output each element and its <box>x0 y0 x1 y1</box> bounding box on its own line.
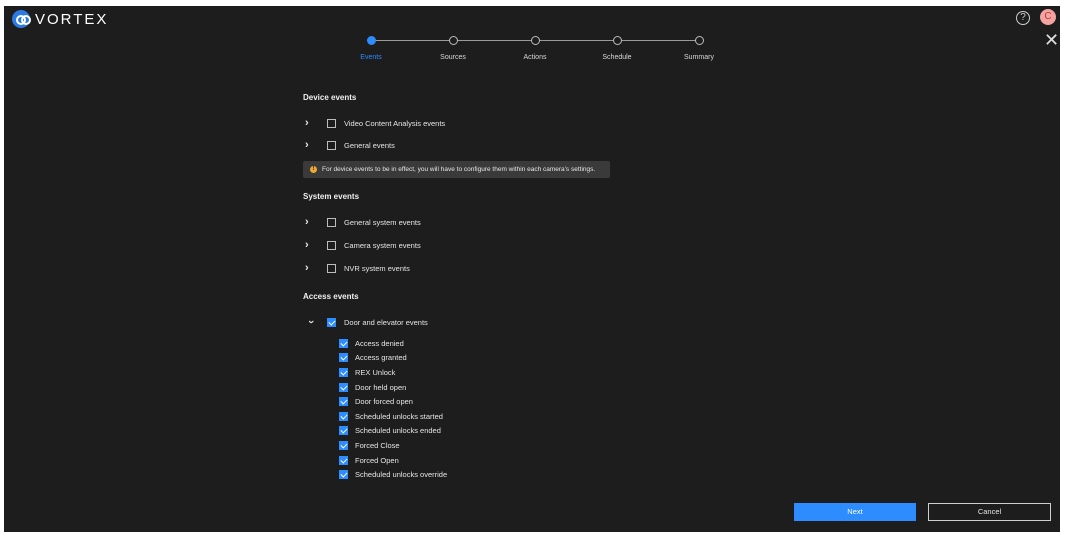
checkbox-checked[interactable] <box>339 411 348 421</box>
vortex-logo-icon <box>12 10 31 28</box>
device-events-title: Device events <box>303 93 357 102</box>
event-label: Camera system events <box>344 240 421 250</box>
sub-event-label: REX Unlock <box>355 367 396 377</box>
checkbox-checked[interactable] <box>339 353 348 363</box>
step-dot-events[interactable] <box>367 36 376 45</box>
step-label-sources[interactable]: Sources <box>413 54 493 61</box>
step-label-events[interactable]: Events <box>331 54 411 61</box>
checkbox-checked[interactable] <box>339 397 348 407</box>
next-button[interactable]: Next <box>794 503 916 521</box>
checkbox-checked[interactable] <box>339 470 348 480</box>
wizard-stepper: Events Sources Actions Schedule Summary <box>4 34 1060 74</box>
chevron-right-icon[interactable]: › <box>305 138 317 152</box>
list-item[interactable]: Scheduled unlocks override <box>339 467 447 482</box>
checkbox-checked[interactable] <box>339 382 348 392</box>
step-dot-schedule[interactable] <box>613 36 622 45</box>
step-connector <box>622 40 696 41</box>
list-item[interactable]: Forced Close <box>339 438 447 453</box>
chevron-right-icon[interactable]: › <box>305 261 317 275</box>
list-item[interactable]: REX Unlock <box>339 365 447 380</box>
avatar[interactable]: C <box>1040 9 1056 25</box>
sub-event-label: Access denied <box>355 338 404 348</box>
access-events-title: Access events <box>303 292 359 301</box>
system-event-row[interactable]: › General system events <box>305 215 421 229</box>
event-label: Video Content Analysis events <box>344 118 446 128</box>
step-dot-sources[interactable] <box>449 36 458 45</box>
step-label-summary[interactable]: Summary <box>659 54 739 61</box>
sub-event-label: Access granted <box>355 353 407 363</box>
checkbox-checked[interactable] <box>339 455 348 465</box>
app-window: VORTEX ? C ✕ Events Sources Actions Sche… <box>4 6 1060 532</box>
sub-event-label: Scheduled unlocks override <box>355 470 448 480</box>
checkbox-checked[interactable] <box>339 338 348 348</box>
device-event-row[interactable]: › Video Content Analysis events <box>305 116 445 130</box>
list-item[interactable]: Access granted <box>339 351 447 366</box>
list-item[interactable]: Door forced open <box>339 394 447 409</box>
step-label-schedule[interactable]: Schedule <box>577 54 657 61</box>
vortex-logo[interactable]: VORTEX <box>12 10 108 28</box>
checkbox-checked[interactable] <box>327 317 336 327</box>
list-item[interactable]: Door held open <box>339 380 447 395</box>
notice-text: For device events to be in effect, you w… <box>322 166 596 173</box>
event-label: General events <box>344 140 395 150</box>
sub-event-label: Scheduled unlocks started <box>355 411 443 421</box>
access-sub-events-list: Access denied Access granted REX Unlock … <box>339 336 447 482</box>
chevron-right-icon[interactable]: › <box>305 215 317 229</box>
sub-event-label: Forced Close <box>355 440 400 450</box>
sub-event-label: Scheduled unlocks ended <box>355 426 441 436</box>
event-label: General system events <box>344 217 421 227</box>
system-event-row[interactable]: › NVR system events <box>305 261 410 275</box>
list-item[interactable]: Scheduled unlocks started <box>339 409 447 424</box>
cancel-button[interactable]: Cancel <box>928 503 1051 521</box>
step-connector <box>376 40 450 41</box>
event-label: NVR system events <box>344 263 410 273</box>
access-event-group-row[interactable]: › Door and elevator events <box>305 315 428 329</box>
checkbox[interactable] <box>327 140 336 150</box>
event-label: Door and elevator events <box>344 317 428 327</box>
logo-text: VORTEX <box>35 10 109 28</box>
checkbox[interactable] <box>327 217 336 227</box>
checkbox[interactable] <box>327 263 336 273</box>
checkbox[interactable] <box>327 118 336 128</box>
checkbox-checked[interactable] <box>339 367 348 377</box>
checkbox[interactable] <box>327 240 336 250</box>
warning-icon: ! <box>310 166 317 173</box>
step-connector <box>458 40 532 41</box>
help-icon[interactable]: ? <box>1016 11 1030 25</box>
step-connector <box>540 40 614 41</box>
step-label-actions[interactable]: Actions <box>495 54 575 61</box>
checkbox-checked[interactable] <box>339 426 348 436</box>
step-dot-actions[interactable] <box>531 36 540 45</box>
sub-event-label: Forced Open <box>355 455 399 465</box>
system-events-title: System events <box>303 192 360 201</box>
list-item[interactable]: Access denied <box>339 336 447 351</box>
system-event-row[interactable]: › Camera system events <box>305 238 421 252</box>
device-events-notice: ! For device events to be in effect, you… <box>303 161 610 178</box>
checkbox-checked[interactable] <box>339 440 348 450</box>
list-item[interactable]: Forced Open <box>339 453 447 468</box>
step-dot-summary[interactable] <box>695 36 704 45</box>
chevron-right-icon[interactable]: › <box>305 116 317 130</box>
sub-event-label: Door held open <box>355 382 407 392</box>
device-event-row[interactable]: › General events <box>305 138 395 152</box>
chevron-right-icon[interactable]: › <box>305 238 317 252</box>
chevron-down-icon[interactable]: › <box>304 316 318 328</box>
list-item[interactable]: Scheduled unlocks ended <box>339 424 447 439</box>
sub-event-label: Door forced open <box>355 397 413 407</box>
